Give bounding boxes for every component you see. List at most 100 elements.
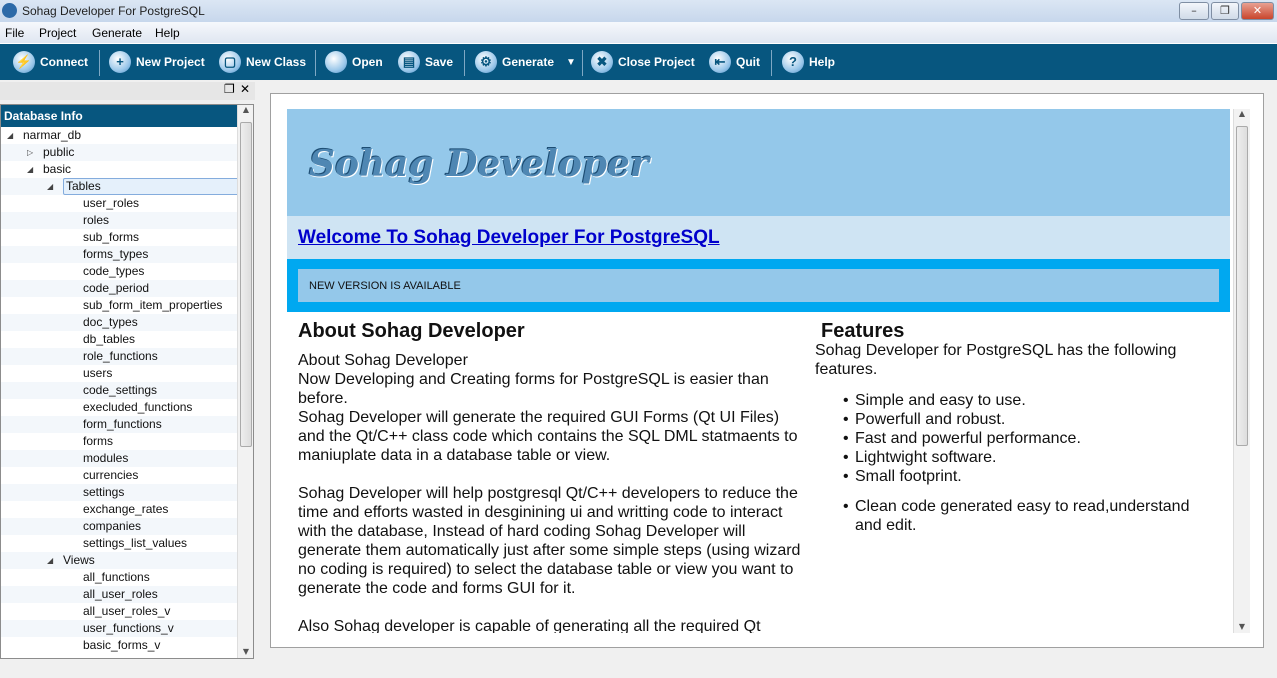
float-dock-icon[interactable]: ❐: [224, 82, 235, 96]
about-line: Sohag Developer will generate the requir…: [298, 409, 798, 464]
features-column: Features Sohag Developer for PostgreSQL …: [815, 320, 1220, 535]
expanded-arrow-icon[interactable]: ◢: [27, 161, 33, 178]
menu-generate[interactable]: Generate: [92, 26, 142, 40]
close-project-button[interactable]: ✖ Close Project: [591, 50, 695, 74]
tree-item[interactable]: settings_list_values: [1, 535, 237, 552]
tree-item-label: code_period: [83, 281, 150, 295]
help-button[interactable]: ? Help: [782, 50, 835, 74]
tree-item[interactable]: basic_forms_v: [1, 637, 237, 654]
tree-item-label: user_roles: [83, 196, 140, 210]
tree-item-label: all_user_roles_v: [83, 604, 171, 618]
tree-item[interactable]: ◢ basic: [1, 161, 237, 178]
open-label: Open: [352, 55, 383, 69]
expanded-arrow-icon[interactable]: ◢: [7, 127, 13, 144]
feature-item: Fast and powerful performance.: [843, 429, 1220, 448]
menu-help[interactable]: Help: [155, 26, 180, 40]
tree-item[interactable]: sub_forms: [1, 229, 237, 246]
database-tree: Database Info ◢ narmar_db ▷ public ◢ basic ◢ Ta…: [0, 104, 254, 659]
tree-item[interactable]: form_functions: [1, 416, 237, 433]
tree-item[interactable]: all_user_roles: [1, 586, 237, 603]
scroll-thumb[interactable]: [240, 122, 252, 447]
close-window-button[interactable]: ✕: [1241, 2, 1274, 20]
close-dock-icon[interactable]: ✕: [240, 82, 250, 96]
tree-item[interactable]: companies: [1, 518, 237, 535]
features-title: Features: [821, 320, 905, 342]
tree-item[interactable]: currencies: [1, 467, 237, 484]
page-scrollbar[interactable]: ▲ ▼: [1233, 109, 1250, 633]
new-project-icon: +: [109, 51, 131, 73]
sohag-developer-logo: Sohag Developer: [309, 143, 649, 185]
scroll-down-icon[interactable]: ▼: [1234, 622, 1250, 631]
scroll-down-icon[interactable]: ▼: [238, 647, 253, 656]
tree-item[interactable]: users: [1, 365, 237, 382]
menu-file[interactable]: File: [5, 26, 24, 40]
tree-item[interactable]: all_functions: [1, 569, 237, 586]
tree-item-label: all_user_roles: [83, 587, 158, 601]
expanded-arrow-icon[interactable]: ◢: [47, 552, 53, 569]
welcome-page: Sohag Developer Welcome To Sohag Develop…: [287, 109, 1232, 633]
quit-button[interactable]: ⇤ Quit: [709, 50, 760, 74]
tree-item[interactable]: settings: [1, 484, 237, 501]
tree-item[interactable]: forms_types: [1, 246, 237, 263]
features-list: Simple and easy to use. Powerfull and ro…: [843, 391, 1220, 486]
tree-item-label: db_tables: [83, 332, 136, 346]
expanded-arrow-icon[interactable]: ◢: [47, 178, 53, 195]
generate-button[interactable]: ⚙ Generate ▼: [475, 50, 576, 74]
tree-item-label: code_settings: [83, 383, 158, 397]
tree-item-label: public: [43, 145, 75, 159]
tree-item[interactable]: sub_form_item_properties: [1, 297, 237, 314]
new-class-icon: ▢: [219, 51, 241, 73]
tree-item[interactable]: role_functions: [1, 348, 237, 365]
open-button[interactable]: Open: [325, 50, 383, 74]
new-project-label: New Project: [136, 55, 205, 69]
tree-item[interactable]: user_roles: [1, 195, 237, 212]
separator: [315, 50, 316, 76]
feature-item: Powerfull and robust.: [843, 410, 1220, 429]
tree-item[interactable]: code_period: [1, 280, 237, 297]
separator: [99, 50, 100, 76]
tree-item-label: narmar_db: [23, 128, 82, 142]
minimize-button[interactable]: –: [1179, 2, 1209, 20]
scroll-up-icon[interactable]: ▲: [238, 105, 253, 114]
tree-item[interactable]: code_types: [1, 263, 237, 280]
new-project-button[interactable]: + New Project: [109, 50, 205, 74]
save-button[interactable]: ▤ Save: [398, 50, 453, 74]
separator: [464, 50, 465, 76]
tree-item[interactable]: roles: [1, 212, 237, 229]
tree-item[interactable]: modules: [1, 450, 237, 467]
tree-item-label: roles: [83, 213, 110, 227]
tree-item[interactable]: db_tables: [1, 331, 237, 348]
restore-button[interactable]: ❐: [1211, 2, 1239, 20]
dock-header: ❐ ✕: [0, 82, 255, 100]
connect-label: Connect: [40, 55, 88, 69]
tree-item[interactable]: execluded_functions: [1, 399, 237, 416]
tree-item[interactable]: all_user_roles_v: [1, 603, 237, 620]
connect-button[interactable]: ⚡ Connect: [13, 50, 88, 74]
tree-item[interactable]: code_settings: [1, 382, 237, 399]
about-line: Now Developing and Creating forms for Po…: [298, 371, 769, 407]
new-version-notice[interactable]: NEW VERSION IS AVAILABLE: [298, 269, 1219, 302]
tree-item[interactable]: doc_types: [1, 314, 237, 331]
scroll-thumb[interactable]: [1236, 126, 1248, 446]
tree-item[interactable]: ◢ Views: [1, 552, 237, 569]
tree-item[interactable]: ◢ Tables: [1, 178, 239, 195]
tree-item-label: sub_forms: [83, 230, 140, 244]
tree-item[interactable]: user_functions_v: [1, 620, 237, 637]
tree-item-label: Tables: [63, 178, 239, 195]
tree-item[interactable]: forms: [1, 433, 237, 450]
tree-scrollbar[interactable]: ▲ ▼: [237, 105, 253, 658]
new-class-button[interactable]: ▢ New Class: [219, 50, 306, 74]
welcome-link[interactable]: Welcome To Sohag Developer For PostgreSQ…: [298, 227, 720, 249]
scroll-up-icon[interactable]: ▲: [1234, 109, 1250, 118]
tree-item[interactable]: ◢ narmar_db: [1, 127, 237, 144]
collapsed-arrow-icon[interactable]: ▷: [27, 144, 33, 161]
tree-item-label: form_functions: [83, 417, 162, 431]
tree-item-label: all_functions: [83, 570, 150, 584]
tree-item[interactable]: exchange_rates: [1, 501, 237, 518]
plug-icon: ⚡: [13, 51, 35, 73]
tree-item[interactable]: ▷ public: [1, 144, 237, 161]
separator: [582, 50, 583, 76]
chevron-down-icon[interactable]: ▼: [566, 57, 576, 68]
menu-project[interactable]: Project: [39, 26, 76, 40]
about-title: About Sohag Developer: [298, 320, 525, 342]
